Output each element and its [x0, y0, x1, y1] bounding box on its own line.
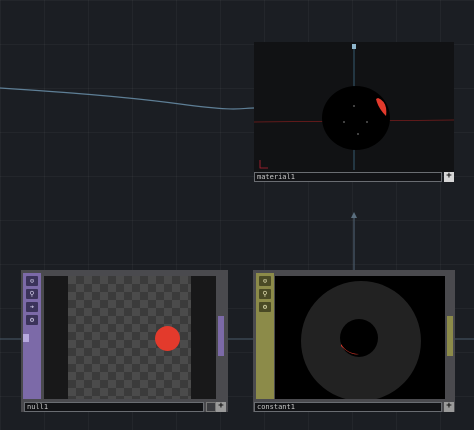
constant-name-field[interactable]: constant1	[254, 402, 442, 412]
sphere-shape	[322, 86, 390, 150]
corner-gizmo	[259, 160, 268, 169]
axis-y-marker	[352, 44, 356, 49]
constant-render	[301, 281, 421, 401]
constant-output-flag[interactable]	[447, 316, 453, 356]
null-output-flag[interactable]	[218, 316, 224, 356]
null-viewer[interactable]	[44, 276, 216, 399]
viewer-toggle-icon[interactable]: ⊙	[26, 276, 38, 286]
wire-into-material	[0, 87, 255, 110]
material-add-button[interactable]: +	[444, 172, 454, 182]
wire-arrow-up-icon	[351, 212, 357, 218]
material-name-field[interactable]: material1	[254, 172, 442, 182]
material-render	[253, 44, 455, 170]
null-input-connector[interactable]	[23, 334, 29, 342]
null-minus-button[interactable]	[206, 402, 216, 412]
torus-hole	[340, 319, 378, 357]
viewer-toggle-icon[interactable]: ⊙	[259, 276, 271, 286]
settings-icon[interactable]: ⚙	[26, 315, 38, 325]
constant-add-button[interactable]: +	[444, 402, 454, 412]
null-name-field[interactable]: null1	[24, 402, 204, 412]
settings-icon[interactable]: ⚙	[259, 302, 271, 312]
display-icon[interactable]: ⚲	[259, 289, 271, 299]
red-circle	[155, 326, 180, 351]
constant-viewer[interactable]	[275, 276, 445, 401]
export-icon[interactable]: ➔	[26, 302, 38, 312]
null-add-button[interactable]: +	[216, 402, 226, 412]
material-viewer[interactable]	[253, 42, 455, 172]
constant-side-panel: ⊙ ⚲ ⚙	[256, 273, 274, 399]
display-icon[interactable]: ⚲	[26, 289, 38, 299]
